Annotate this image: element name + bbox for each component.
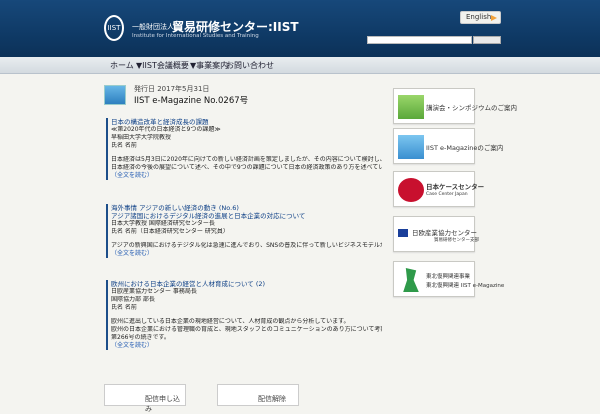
nav-contact[interactable]: お問い合わせ <box>226 60 274 71</box>
article-1: 日本の構造改革と経済成長の課題 ≪第2020年代の日本経済と9つの課題≫ 早稲田… <box>106 118 382 180</box>
article-3: 欧州における日本企業の経営と人材育成について (2) 日欧産業協力センター 事務… <box>106 280 382 350</box>
article-line: 日本大学教授 国際経済研究センター長 <box>111 220 215 227</box>
site-header: IIST 一般財団法人 貿易研修センター:IIST Institute for … <box>0 0 600 57</box>
article-line: 第266号の続きです。 <box>111 334 170 341</box>
banner-sublabel: Case Center Japan <box>426 192 468 197</box>
symposium-icon <box>398 95 424 119</box>
org-type-label: 一般財団法人 <box>132 23 174 31</box>
flag-icon <box>398 229 408 237</box>
banner-label: 東北復興関連事業 <box>426 274 471 280</box>
banner-case-center[interactable]: 日本ケースセンター Case Center Japan <box>393 171 484 207</box>
read-more-link[interactable]: （全文を読む） <box>111 172 382 180</box>
nav-about[interactable]: ▼IIST会議概要 <box>136 60 189 71</box>
banner-label: IIST e-Magazineのご案内 <box>426 144 504 152</box>
article-heading[interactable]: 日本の構造改革と経済成長の課題 <box>111 118 382 126</box>
banner-eu-japan[interactable]: 日欧産業協力センター 貿易研修センター支部 <box>393 216 479 252</box>
english-button[interactable]: English <box>460 11 501 24</box>
subscribe-button[interactable]: 配信申し込み <box>104 384 186 413</box>
unsubscribe-label: 配信解除 <box>258 395 286 403</box>
magazine-icon <box>398 135 424 159</box>
article-line: 日本経済は5月3日に2020年に向けての新しい経済計画を策定しましたが、その内容… <box>111 156 382 163</box>
banner-sublabel: 東北復興関連 IIST e-Magazine <box>426 283 505 289</box>
english-button-label: English <box>466 13 492 21</box>
subscribe-label: 配信申し込み <box>145 395 180 413</box>
article-line: ≪第2020年代の日本経済と9つの課題≫ <box>111 126 221 133</box>
tohoku-map-icon <box>403 268 419 292</box>
article-line: 欧州に進出している日本企業の現地経営について、人材育成の観点から分析しています。 <box>111 318 350 325</box>
article-2: 海外事情 アジアの新しい経済の動き (No.6) アジア諸国におけるデジタル経済… <box>106 204 382 258</box>
arrow-right-icon <box>491 15 497 21</box>
article-line: 氏名 名前（日本経済研究センター 研究員） <box>111 228 229 235</box>
nav-home[interactable]: ホーム <box>110 60 134 71</box>
banner-label: 講演会・シンポジウムのご案内 <box>426 104 517 112</box>
banner-label: 日欧産業協力センター <box>412 229 477 237</box>
site-subtitle: Institute for International Studies and … <box>132 33 259 39</box>
article-subheading[interactable]: アジア諸国におけるデジタル経済の進展と日本企業の対応について <box>111 212 382 220</box>
nav-services[interactable]: ▼事業案内 <box>190 60 228 71</box>
search-button[interactable] <box>473 36 501 44</box>
article-line: 氏名 名前 <box>111 304 137 311</box>
search-input[interactable] <box>367 36 472 44</box>
issue-date: 発行日 2017年5月31日 <box>134 85 210 93</box>
article-line: 日本経済の今後の展望について述べ、その中で9つの課題について日本の経済政策のあり… <box>111 164 382 171</box>
banner-emagazine[interactable]: IIST e-Magazineのご案内 <box>393 128 503 164</box>
case-center-logo-icon <box>398 178 424 202</box>
article-heading[interactable]: 海外事情 アジアの新しい経済の動き (No.6) <box>111 204 382 212</box>
magazine-icon <box>104 85 126 105</box>
banner-label: 日本ケースセンター <box>426 183 485 191</box>
read-more-link[interactable]: （全文を読む） <box>111 342 382 350</box>
unsubscribe-button[interactable]: 配信解除 <box>217 384 299 406</box>
issue-title: IIST e-Magazine No.0267号 <box>134 96 249 106</box>
article-heading[interactable]: 欧州における日本企業の経営と人材育成について (2) <box>111 280 382 288</box>
article-line: 欧州の日本企業における管理職の育成と、現地スタッフとのコミュニケーションのあり方… <box>111 326 382 333</box>
banner-symposium[interactable]: 講演会・シンポジウムのご案内 <box>393 88 517 124</box>
banner-tohoku[interactable]: 東北復興関連事業 東北復興関連 IIST e-Magazine <box>393 261 504 297</box>
article-line: 日欧産業協力センター 事務局長 <box>111 288 197 295</box>
article-line: 氏名 名前 <box>111 142 137 149</box>
article-line: アジアの新興国におけるデジタル化は急速に進んでおり、SNSの普及に伴って新しいビ… <box>111 242 382 249</box>
read-more-link[interactable]: （全文を読む） <box>111 250 382 258</box>
article-line: 早稲田大学大学院教授 <box>111 134 172 141</box>
main-nav: ホーム ▼IIST会議概要 ▼事業案内 お問い合わせ <box>0 57 600 74</box>
main-content: 発行日 2017年5月31日 IIST e-Magazine No.0267号 … <box>102 80 382 400</box>
article-line: 国際協力部 部長 <box>111 296 155 303</box>
iist-logo[interactable]: IIST <box>104 15 124 41</box>
banner-sublabel: 貿易研修センター支部 <box>434 238 479 243</box>
